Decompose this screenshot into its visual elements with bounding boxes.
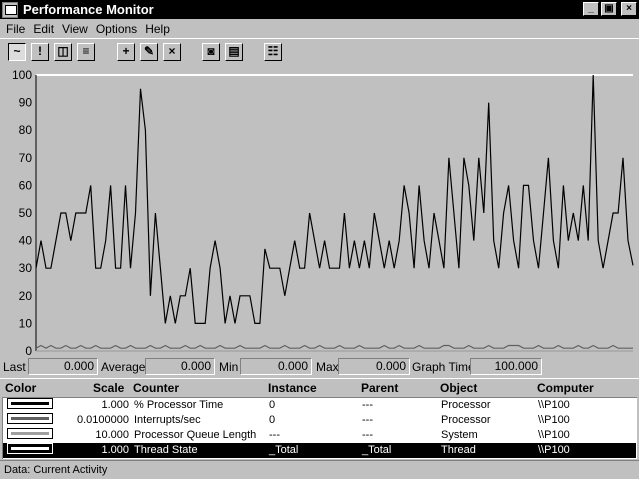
menu-view[interactable]: View bbox=[58, 22, 92, 36]
min-value: 0.000 bbox=[240, 358, 312, 375]
legend-list[interactable]: 1.000 % Processor Time 0 --- Processor \… bbox=[2, 397, 637, 459]
menu-options[interactable]: Options bbox=[92, 22, 141, 36]
parent-cell: _Total bbox=[362, 444, 392, 456]
graph-time-value: 100.000 bbox=[470, 358, 542, 375]
average-value: 0.000 bbox=[145, 358, 215, 375]
color-swatch bbox=[7, 413, 53, 424]
legend-header: Color Scale Counter Instance Parent Obje… bbox=[0, 378, 639, 396]
app-icon[interactable] bbox=[2, 1, 18, 18]
average-label: Average bbox=[101, 360, 146, 374]
y-tick-label: 90 bbox=[19, 96, 33, 110]
alert-view-icon[interactable]: ! bbox=[31, 43, 49, 61]
last-value: 0.000 bbox=[28, 358, 98, 375]
close-button[interactable]: × bbox=[621, 2, 637, 16]
header-instance[interactable]: Instance bbox=[268, 381, 317, 395]
legend-row[interactable]: 1.000 % Processor Time 0 --- Processor \… bbox=[3, 398, 636, 413]
counter-cell: % Processor Time bbox=[134, 399, 224, 411]
header-counter[interactable]: Counter bbox=[133, 381, 179, 395]
counter-cell: Processor Queue Length bbox=[134, 429, 257, 441]
menu-edit[interactable]: Edit bbox=[29, 22, 58, 36]
parent-cell: --- bbox=[362, 429, 373, 441]
header-object[interactable]: Object bbox=[440, 381, 477, 395]
instance-cell: _Total bbox=[269, 444, 299, 456]
window-title: Performance Monitor bbox=[23, 2, 154, 17]
computer-cell: \\P100 bbox=[538, 414, 570, 426]
header-scale[interactable]: Scale bbox=[93, 381, 124, 395]
max-label: Max bbox=[316, 360, 339, 374]
scale-cell: 10.000 bbox=[95, 429, 129, 441]
add-counter-icon[interactable]: + bbox=[117, 43, 135, 61]
y-tick-label: 50 bbox=[19, 206, 33, 220]
computer-cell: \\P100 bbox=[538, 444, 570, 456]
y-tick-label: 10 bbox=[19, 316, 33, 330]
y-tick-label: 100 bbox=[12, 68, 32, 82]
y-tick-label: 30 bbox=[19, 261, 33, 275]
instance-cell: 0 bbox=[269, 399, 276, 411]
toolbar: ~ ! ◫ ≡ + ✎ × ◙ ▤ ☷ bbox=[0, 38, 639, 66]
y-tick-label: 60 bbox=[19, 178, 33, 192]
title-bar: Performance Monitor _ ▣ × bbox=[0, 0, 639, 19]
restore-button[interactable]: ▣ bbox=[601, 2, 617, 16]
computer-cell: \\P100 bbox=[538, 399, 570, 411]
header-computer[interactable]: Computer bbox=[537, 381, 594, 395]
scale-cell: 1.000 bbox=[101, 399, 129, 411]
scale-cell: 0.0100000 bbox=[77, 414, 129, 426]
performance-chart: 1009080706050403020100 bbox=[12, 68, 634, 356]
menu-file[interactable]: File bbox=[2, 22, 29, 36]
report-view-icon[interactable]: ≡ bbox=[77, 43, 95, 61]
max-value: 0.000 bbox=[338, 358, 410, 375]
minimize-button[interactable]: _ bbox=[583, 2, 599, 16]
menu-bar: File Edit View Options Help bbox=[0, 19, 639, 38]
computer-cell: \\P100 bbox=[538, 429, 570, 441]
update-now-icon[interactable]: ◙ bbox=[202, 43, 220, 61]
scale-cell: 1.000 bbox=[101, 444, 129, 456]
chart-view-icon[interactable]: ~ bbox=[8, 43, 26, 61]
y-tick-label: 70 bbox=[19, 151, 33, 165]
swatch-line bbox=[11, 432, 49, 435]
last-label: Last bbox=[3, 360, 26, 374]
legend-row-selected[interactable]: 1.000 Thread State _Total _Total Thread … bbox=[3, 443, 636, 458]
y-tick-label: 80 bbox=[19, 123, 33, 137]
value-bar: Last 0.000 Average 0.000 Min 0.000 Max 0… bbox=[0, 357, 639, 377]
header-parent[interactable]: Parent bbox=[361, 381, 398, 395]
legend-row[interactable]: 0.0100000 Interrupts/sec 0 --- Processor… bbox=[3, 413, 636, 428]
swatch-line bbox=[11, 402, 49, 405]
parent-cell: --- bbox=[362, 414, 373, 426]
counter-cell: Interrupts/sec bbox=[134, 414, 201, 426]
instance-cell: 0 bbox=[269, 414, 276, 426]
parent-cell: --- bbox=[362, 399, 373, 411]
y-tick-label: 40 bbox=[19, 234, 33, 248]
edit-counter-icon[interactable]: ✎ bbox=[140, 43, 158, 61]
status-text: Data: Current Activity bbox=[4, 464, 108, 476]
color-swatch bbox=[7, 398, 53, 409]
object-cell: Thread bbox=[441, 444, 476, 456]
y-tick-label: 20 bbox=[19, 289, 33, 303]
status-bar: Data: Current Activity bbox=[0, 460, 639, 479]
menu-help[interactable]: Help bbox=[141, 22, 174, 36]
y-tick-label: 0 bbox=[25, 344, 32, 356]
object-cell: System bbox=[441, 429, 478, 441]
swatch-line bbox=[11, 447, 49, 450]
legend-row[interactable]: 10.000 Processor Queue Length --- --- Sy… bbox=[3, 428, 636, 443]
bookmark-icon[interactable]: ▤ bbox=[225, 43, 243, 61]
object-cell: Processor bbox=[441, 414, 491, 426]
color-swatch bbox=[7, 428, 53, 439]
swatch-line bbox=[11, 417, 49, 420]
min-label: Min bbox=[219, 360, 239, 374]
graph-time-label: Graph Time bbox=[412, 360, 475, 374]
instance-cell: --- bbox=[269, 429, 280, 441]
header-color[interactable]: Color bbox=[5, 381, 36, 395]
color-swatch bbox=[7, 443, 53, 454]
object-cell: Processor bbox=[441, 399, 491, 411]
options-icon[interactable]: ☷ bbox=[264, 43, 282, 61]
log-view-icon[interactable]: ◫ bbox=[54, 43, 72, 61]
delete-counter-icon[interactable]: × bbox=[163, 43, 181, 61]
counter-cell: Thread State bbox=[134, 444, 198, 456]
